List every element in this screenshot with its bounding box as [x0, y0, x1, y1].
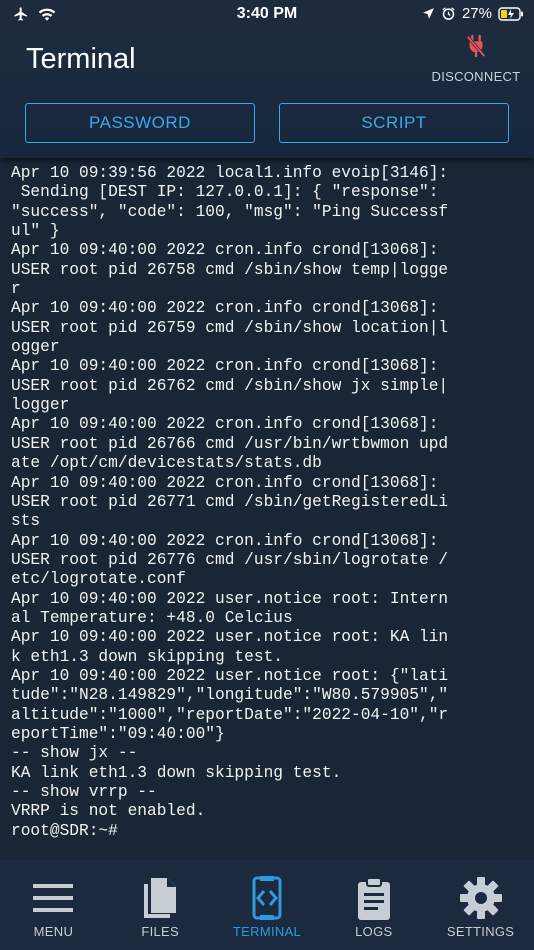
- tab-label: FILES: [141, 924, 179, 939]
- page-title: Terminal: [26, 43, 136, 75]
- files-icon: [144, 878, 177, 918]
- menu-icon: [33, 884, 74, 912]
- terminal-icon: [252, 876, 282, 920]
- terminal-line: VRRP is not enabled.: [11, 802, 206, 821]
- terminal-line: Apr 10 09:39:56 2022 local1.info evoip[3…: [11, 164, 449, 182]
- status-bar: 3:40 PM 27%: [0, 0, 534, 30]
- tab-settings[interactable]: SETTINGS: [427, 860, 534, 950]
- terminal-line: USER root pid 26771 cmd /sbin/getRegiste…: [11, 492, 449, 511]
- terminal-line: Apr 10 09:40:00 2022 cron.info crond[130…: [11, 241, 439, 260]
- terminal-line: Sending [DEST IP: 127.0.0.1]: { "respons…: [11, 183, 439, 202]
- terminal-line: ate /opt/cm/devicestats/stats.db: [11, 454, 322, 473]
- tab-terminal[interactable]: TERMINAL: [214, 860, 321, 950]
- status-right: 27%: [422, 5, 524, 22]
- alarm-icon: [442, 7, 455, 20]
- terminal-line: Apr 10 09:40:00 2022 user.notice root: {…: [11, 666, 449, 685]
- terminal-line: ul" }: [11, 222, 60, 241]
- terminal-line: USER root pid 26759 cmd /sbin/show locat…: [11, 318, 449, 337]
- password-button[interactable]: PASSWORD: [25, 103, 255, 143]
- terminal-line: Apr 10 09:40:00 2022 cron.info crond[130…: [11, 299, 439, 318]
- terminal-line: USER root pid 26776 cmd /usr/sbin/logrot…: [11, 550, 449, 569]
- terminal-line: etc/logrotate.conf: [11, 570, 186, 589]
- tab-menu[interactable]: MENU: [0, 860, 107, 950]
- tab-label: MENU: [33, 924, 74, 939]
- terminal-line: Apr 10 09:40:00 2022 cron.info crond[130…: [11, 473, 439, 492]
- terminal-line: ogger: [11, 338, 60, 357]
- terminal-line: tude":"N28.149829","longitude":"W80.5799…: [11, 686, 449, 705]
- terminal-line: k eth1.3 down skipping test.: [11, 647, 283, 666]
- gear-icon: [459, 877, 502, 919]
- terminal-line: "success", "code": 100, "msg": "Ping Suc…: [11, 202, 449, 221]
- terminal-line: Apr 10 09:40:00 2022 cron.info crond[130…: [11, 531, 439, 550]
- location-arrow-icon: [423, 8, 434, 19]
- battery-percent: 27%: [461, 5, 492, 22]
- tab-label: TERMINAL: [232, 924, 302, 939]
- logs-icon: [357, 877, 390, 920]
- unplug-icon: [466, 34, 486, 58]
- terminal-line: -- show jx --: [11, 744, 138, 763]
- terminal-line: USER root pid 26762 cmd /sbin/show jx si…: [11, 376, 449, 395]
- tab-files[interactable]: FILES: [107, 860, 214, 950]
- terminal-output[interactable]: Apr 10 09:39:56 2022 local1.info evoip[3…: [0, 158, 534, 860]
- terminal-line: Apr 10 09:40:00 2022 cron.info crond[130…: [11, 415, 439, 434]
- terminal-line: KA link eth1.3 down skipping test.: [11, 763, 342, 782]
- terminal-line: USER root pid 26758 cmd /sbin/show temp|…: [11, 260, 449, 279]
- terminal-line: -- show vrrp --: [11, 783, 157, 801]
- terminal-line: Apr 10 09:40:00 2022 user.notice root: I…: [11, 589, 449, 608]
- terminal-line: altitude":"1000","reportDate":"2022-04-1…: [11, 705, 449, 724]
- terminal-line: USER root pid 26766 cmd /usr/bin/wrtbwmo…: [11, 434, 449, 453]
- terminal-line: r: [11, 280, 21, 299]
- terminal-line: Apr 10 09:40:00 2022 user.notice root: K…: [11, 628, 449, 647]
- tab-logs[interactable]: LOGS: [320, 860, 427, 950]
- tab-bar: MENU FILES TERMINAL LOGS SETTINGS: [0, 860, 534, 950]
- disconnect-button[interactable]: DISCONNECT: [431, 34, 521, 84]
- battery-icon: [498, 6, 523, 21]
- script-button[interactable]: SCRIPT: [279, 103, 509, 143]
- terminal-line: Apr 10 09:40:00 2022 cron.info crond[130…: [11, 357, 439, 376]
- app-header: Terminal DISCONNECT PASSWORD SCRIPT: [0, 30, 534, 158]
- terminal-line: logger: [11, 396, 70, 415]
- terminal-line: root@SDR:~#: [11, 821, 118, 840]
- terminal-line: eportTime":"09:40:00"}: [11, 724, 225, 743]
- terminal-line: sts: [11, 512, 41, 531]
- tab-label: SETTINGS: [446, 924, 515, 939]
- terminal-line: al Temperature: +48.0 Celcius: [11, 608, 293, 627]
- disconnect-label: DISCONNECT: [431, 69, 521, 84]
- tab-label: LOGS: [355, 924, 393, 939]
